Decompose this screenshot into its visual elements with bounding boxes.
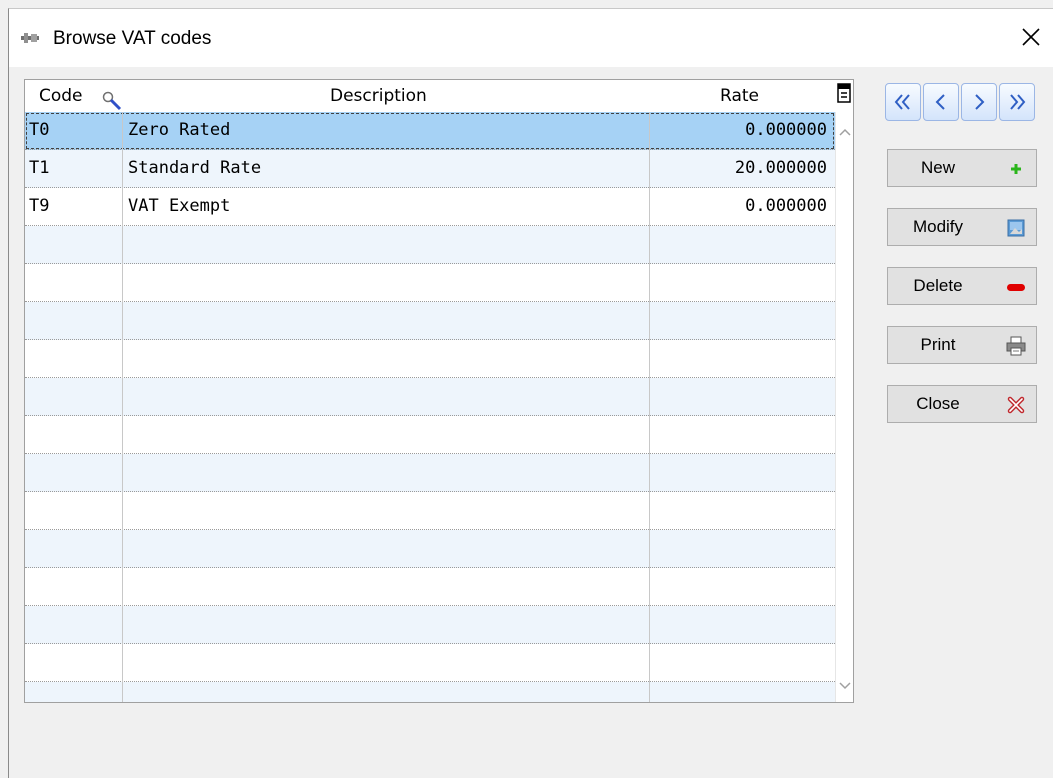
table-row[interactable]: T9 VAT Exempt 0.000000 — [25, 188, 835, 226]
table-row[interactable] — [25, 644, 835, 682]
close-button-label: Close — [916, 394, 960, 413]
table-row[interactable] — [25, 492, 835, 530]
print-button-label: Print — [920, 335, 956, 354]
previous-record-button[interactable] — [923, 83, 959, 121]
table-row[interactable]: T1 Standard Rate 20.000000 — [25, 150, 835, 188]
table-row[interactable] — [25, 606, 835, 644]
modify-button-label: Modify — [912, 217, 964, 236]
new-button-label: New — [920, 158, 955, 177]
table-row[interactable] — [25, 454, 835, 492]
table-row[interactable] — [25, 226, 835, 264]
close-window-icon[interactable] — [1017, 23, 1045, 51]
column-chooser-icon[interactable] — [837, 83, 851, 103]
cell-description: VAT Exempt — [128, 196, 231, 216]
chevron-right-icon — [975, 94, 985, 110]
next-record-button[interactable] — [961, 83, 997, 121]
scroll-up-arrow-icon[interactable] — [837, 124, 853, 140]
edit-picture-icon — [1007, 219, 1025, 237]
browse-vat-codes-window: Browse VAT codes Code Description Rate T… — [8, 8, 1053, 778]
cell-code: T1 — [29, 158, 50, 178]
close-button[interactable]: Close — [887, 385, 1037, 423]
table-row[interactable]: T0 Zero Rated 0.000000 — [25, 112, 835, 150]
last-record-button[interactable] — [999, 83, 1035, 121]
column-divider — [649, 112, 650, 702]
cell-rate: 20.000000 — [734, 158, 827, 178]
column-divider — [122, 112, 123, 702]
table-row[interactable] — [25, 416, 835, 454]
grid-header: Code Description Rate — [25, 80, 853, 112]
plus-icon — [1011, 164, 1021, 174]
cell-code: T9 — [29, 196, 50, 216]
double-chevron-left-icon — [894, 94, 910, 110]
cell-description: Standard Rate — [128, 158, 262, 178]
minus-icon — [1007, 284, 1025, 291]
delete-button[interactable]: Delete — [887, 267, 1037, 305]
table-row[interactable] — [25, 378, 835, 416]
cell-code: T0 — [29, 120, 50, 140]
cell-rate: 0.000000 — [745, 196, 827, 216]
table-row[interactable] — [25, 682, 835, 702]
grid-rows: T0 Zero Rated 0.000000 T1 Standard Rate 20.00… — [25, 112, 835, 702]
record-navigation — [885, 83, 1037, 123]
table-row[interactable] — [25, 302, 835, 340]
table-row[interactable] — [25, 530, 835, 568]
delete-button-label: Delete — [913, 276, 963, 295]
column-header-code[interactable]: Code — [39, 86, 83, 106]
modify-button[interactable]: Modify — [887, 208, 1037, 246]
chevron-left-icon — [935, 94, 945, 110]
cell-rate: 0.000000 — [745, 120, 827, 140]
table-row[interactable] — [25, 264, 835, 302]
double-chevron-right-icon — [1010, 94, 1026, 110]
cell-description: Zero Rated — [128, 120, 231, 140]
window-title: Browse VAT codes — [53, 28, 212, 49]
first-record-button[interactable] — [885, 83, 921, 121]
column-header-rate[interactable]: Rate — [720, 86, 759, 106]
new-button[interactable]: New — [887, 149, 1037, 187]
table-row[interactable] — [25, 568, 835, 606]
app-icon — [21, 33, 39, 43]
table-row[interactable] — [25, 340, 835, 378]
vat-codes-grid[interactable]: Code Description Rate T0 Zero Rated 0.0000… — [24, 79, 854, 703]
scroll-down-arrow-icon[interactable] — [837, 678, 853, 694]
close-x-icon — [1007, 396, 1025, 414]
printer-icon — [1006, 336, 1026, 356]
column-header-description[interactable]: Description — [330, 86, 427, 106]
search-sort-icon[interactable] — [101, 90, 123, 112]
title-bar: Browse VAT codes — [9, 9, 1053, 67]
print-button[interactable]: Print — [887, 326, 1037, 364]
scrollbar-track[interactable] — [835, 112, 836, 702]
